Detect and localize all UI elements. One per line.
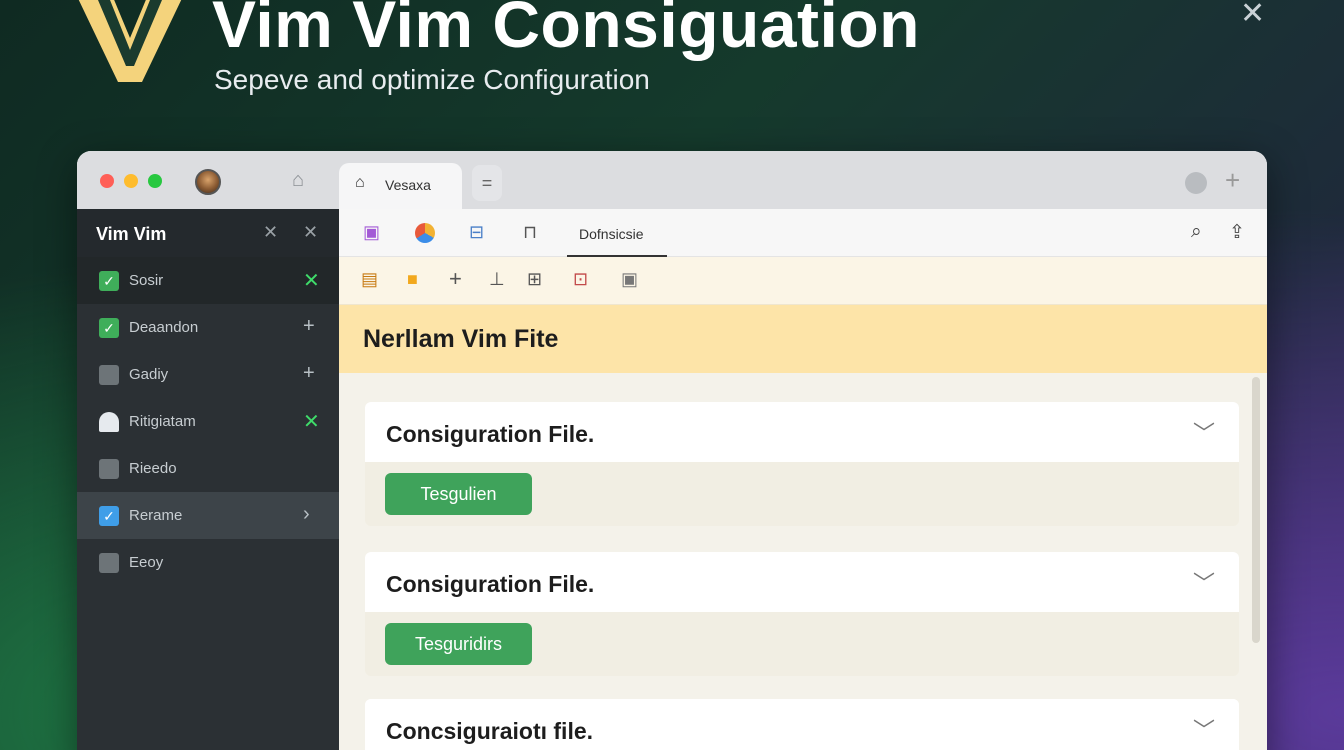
maximize-window-button[interactable] <box>148 174 162 188</box>
hero-title: Vim Vim Consiguation <box>212 0 920 61</box>
card-header[interactable]: Consiguration File. ﹀ <box>365 552 1239 612</box>
sidebar-item-label: Sosir <box>129 272 164 289</box>
hero-subtitle: Sepeve and optimize Configuration <box>214 64 650 95</box>
app-window: ⌂ ⌂ Vesaxa = + Vim Vim ✕ ✕ ✓ Sosir ✕ ✓ Deaan… <box>77 151 1267 750</box>
check-icon: ✓ <box>99 506 119 526</box>
layout-icon[interactable]: ▣ <box>363 222 380 243</box>
chevron-right-icon[interactable]: › <box>303 503 310 526</box>
box-icon <box>99 365 119 385</box>
card-action-button[interactable]: Tesgulien <box>385 473 532 515</box>
chevron-down-icon[interactable]: ﹀ <box>1193 713 1215 745</box>
avatar[interactable] <box>195 169 221 195</box>
check-icon: ✓ <box>99 271 119 291</box>
vim-logo-icon <box>78 0 182 82</box>
secondary-toolbar: ▤ ■ + ⊥ ⊞ ⊡ ▣ <box>339 257 1267 305</box>
home-icon: ⌂ <box>355 174 365 191</box>
sidebar-item-ritigiatam[interactable]: Ritigiatam ✕ <box>77 398 339 446</box>
sidebar: Vim Vim ✕ ✕ ✓ Sosir ✕ ✓ Deaandon + Gadiy + Ritig… <box>77 209 339 750</box>
minimize-window-button[interactable] <box>124 174 138 188</box>
calendar-icon[interactable]: ⊞ <box>527 269 542 290</box>
main-panel: ▣ ⊟ ⊓ Dofnsicsie ⌕ ⇪ ▤ ■ + ⊥ ⊞ ⊡ ▣ Nerll… <box>339 209 1267 750</box>
title-bar: ⌂ ⌂ Vesaxa = + <box>77 151 1267 209</box>
sidebar-item-label: Gadiy <box>129 366 169 383</box>
tab-label: Vesaxa <box>385 177 431 193</box>
close-icon[interactable]: ✕ <box>1240 0 1265 31</box>
archive-icon[interactable]: ▣ <box>621 269 638 290</box>
chevron-down-icon[interactable]: ﹀ <box>1193 416 1215 448</box>
profile-circle-icon[interactable] <box>1185 172 1207 194</box>
search-icon[interactable]: ⌕ <box>1191 221 1202 243</box>
card-title: Concsiguraiotı file. <box>386 718 594 744</box>
card-header[interactable]: Concsiguraiotı file. ﹀ <box>365 699 1239 750</box>
top-toolbar: ▣ ⊟ ⊓ Dofnsicsie ⌕ ⇪ <box>339 209 1267 257</box>
check-icon: ✓ <box>99 318 119 338</box>
card-title: Consiguration File. <box>386 421 595 447</box>
tab-configure-label: Dofnsicsie <box>579 226 644 242</box>
close-icon[interactable]: ✕ <box>303 409 320 434</box>
sidebar-item-label: Rerame <box>129 507 183 524</box>
sidebar-title: Vim Vim <box>96 224 167 244</box>
split-icon[interactable]: ⊥ <box>489 269 505 290</box>
sidebar-item-sosir[interactable]: ✓ Sosir ✕ <box>77 257 339 305</box>
home-icon[interactable]: ⌂ <box>292 169 304 192</box>
config-card: Consiguration File. ﹀ Tesgulien <box>365 402 1239 526</box>
box-icon <box>99 553 119 573</box>
sidebar-header: Vim Vim ✕ ✕ <box>77 209 339 257</box>
card-title: Consiguration File. <box>386 571 595 597</box>
sidebar-item-gadiy[interactable]: Gadiy + <box>77 351 339 399</box>
close-icon[interactable]: ✕ <box>303 222 318 243</box>
sidebar-item-label: Ritigiatam <box>129 413 196 430</box>
card-action-button[interactable]: Tesguridirs <box>385 623 532 665</box>
new-tab-button[interactable]: + <box>1225 165 1240 196</box>
tab-active[interactable]: ⌂ Vesaxa <box>339 163 462 209</box>
card-header[interactable]: Consiguration File. ﹀ <box>365 402 1239 462</box>
close-icon[interactable]: ✕ <box>263 222 278 243</box>
sidebar-item-label: Rieedo <box>129 460 177 477</box>
section-title: Nerllam Vim Fite <box>363 325 559 353</box>
window-icon[interactable]: ⊟ <box>469 222 484 243</box>
close-window-button[interactable] <box>100 174 114 188</box>
add-icon[interactable]: + <box>303 315 315 338</box>
sidebar-item-label: Deaandon <box>129 319 199 336</box>
config-card: Consiguration File. ﹀ Tesguridirs <box>365 552 1239 676</box>
sidebar-item-eeoy[interactable]: Eeoy <box>77 539 339 587</box>
folder-icon[interactable]: ■ <box>407 269 418 290</box>
scrollbar[interactable] <box>1252 377 1260 643</box>
sidebar-item-label: Eeoy <box>129 554 164 571</box>
share-icon[interactable]: ⇪ <box>1229 221 1245 244</box>
doc-icon <box>99 459 119 479</box>
add-icon[interactable]: + <box>303 362 315 385</box>
browser-icon[interactable] <box>415 223 435 243</box>
user-icon <box>99 412 119 432</box>
add-icon[interactable]: + <box>449 266 462 292</box>
section-header: Nerllam Vim Fite <box>339 305 1267 373</box>
sidebar-item-rerame[interactable]: ✓ Rerame › <box>77 492 339 540</box>
folder-list-icon[interactable]: ▤ <box>361 269 378 290</box>
close-icon[interactable]: ✕ <box>303 268 320 293</box>
config-card: Concsiguraiotı file. ﹀ <box>365 699 1239 750</box>
tab-menu-button[interactable]: = <box>472 165 502 201</box>
sidebar-item-deaandon[interactable]: ✓ Deaandon + <box>77 304 339 352</box>
sidebar-item-rieedo[interactable]: Rieedo <box>77 445 339 493</box>
tab-configure[interactable]: Dofnsicsie <box>567 209 667 257</box>
bookmark-icon[interactable]: ⊓ <box>523 222 537 243</box>
image-icon[interactable]: ⊡ <box>573 269 588 290</box>
chevron-down-icon[interactable]: ﹀ <box>1193 566 1215 598</box>
